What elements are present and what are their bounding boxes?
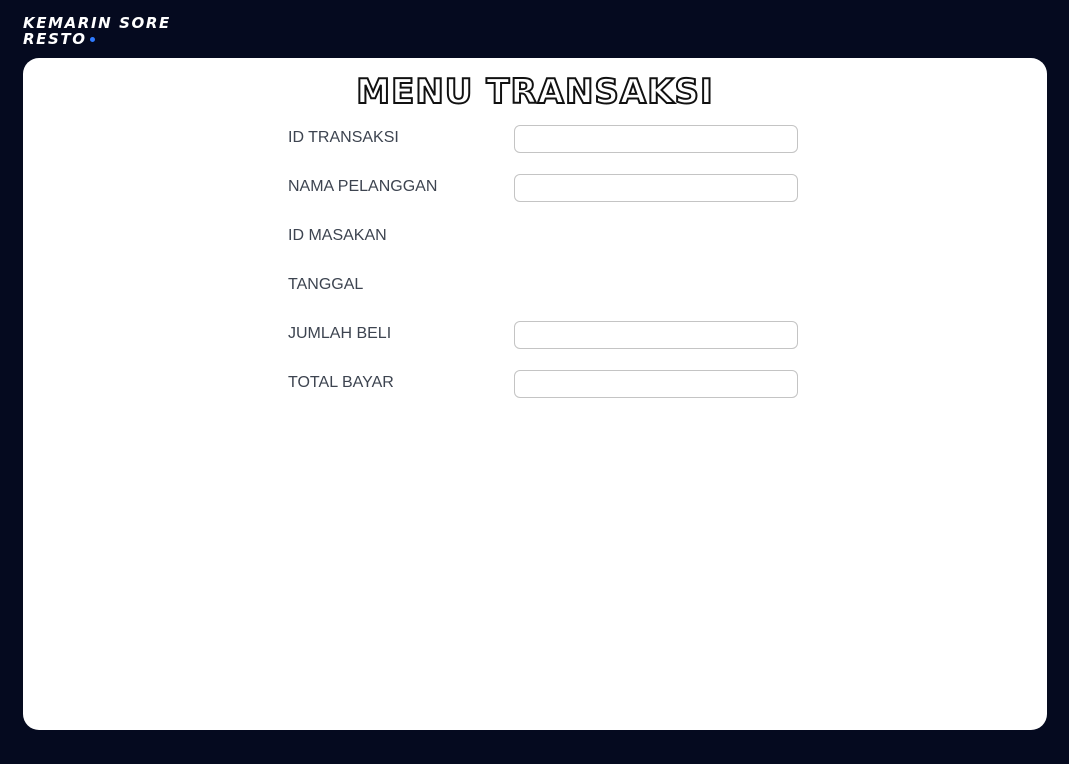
- id-transaksi-input[interactable]: [514, 125, 798, 153]
- page-title: MENU TRANSAKSI: [355, 71, 714, 113]
- brand-logo: KEMARIN SORE RESTO: [23, 15, 171, 47]
- form-row-tanggal: TANGGAL: [288, 272, 808, 300]
- brand-name-line1: KEMARIN SORE: [23, 14, 171, 32]
- total-bayar-input[interactable]: [514, 370, 798, 398]
- nama-pelanggan-label: NAMA PELANGGAN: [288, 178, 438, 195]
- form-row-total-bayar: TOTAL BAYAR: [288, 370, 808, 398]
- tanggal-label: TANGGAL: [288, 276, 364, 293]
- total-bayar-label: TOTAL BAYAR: [288, 374, 394, 391]
- nama-pelanggan-input[interactable]: [514, 174, 798, 202]
- form-row-nama-pelanggan: NAMA PELANGGAN: [288, 174, 808, 202]
- brand-name-line2: RESTO: [23, 30, 87, 48]
- brand-dot-icon: [89, 37, 95, 42]
- form-row-jumlah-beli: JUMLAH BELI: [288, 321, 808, 349]
- id-transaksi-label: ID TRANSAKSI: [288, 129, 399, 146]
- jumlah-beli-label: JUMLAH BELI: [288, 325, 392, 342]
- form-row-id-masakan: ID MASAKAN: [288, 223, 808, 251]
- transaction-form-card: MENU TRANSAKSI ID TRANSAKSI NAMA PELANGG…: [23, 58, 1047, 730]
- form-row-id-transaksi: ID TRANSAKSI: [288, 125, 808, 153]
- id-masakan-label: ID MASAKAN: [288, 227, 387, 244]
- jumlah-beli-input[interactable]: [514, 321, 798, 349]
